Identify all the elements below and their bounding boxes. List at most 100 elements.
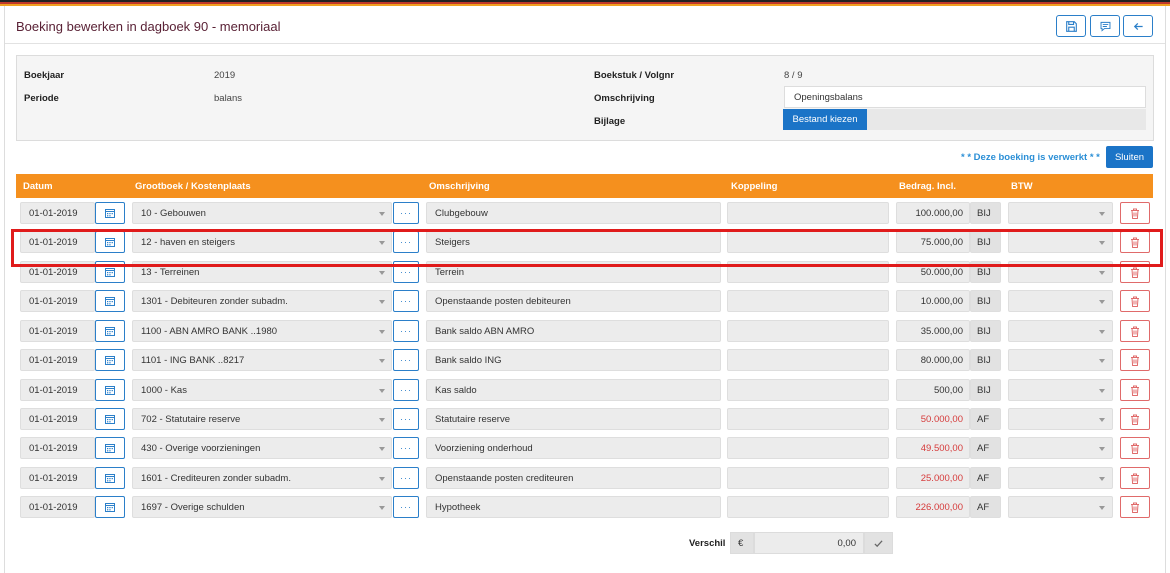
ledger-select[interactable]: 702 - Statutaire reserve: [132, 408, 392, 430]
delete-row-button[interactable]: [1120, 379, 1150, 401]
date-field[interactable]: 01-01-2019: [20, 467, 95, 489]
delete-row-button[interactable]: [1120, 496, 1150, 518]
date-field[interactable]: 01-01-2019: [20, 408, 95, 430]
description-field[interactable]: Kas saldo: [426, 379, 721, 401]
calendar-button[interactable]: [95, 320, 125, 342]
amount-field[interactable]: 226.000,00: [896, 496, 970, 518]
calendar-button[interactable]: [95, 437, 125, 459]
close-button[interactable]: Sluiten: [1106, 146, 1153, 168]
vat-select[interactable]: [1008, 408, 1113, 430]
calendar-button[interactable]: [95, 202, 125, 224]
vat-select[interactable]: [1008, 467, 1113, 489]
vat-select[interactable]: [1008, 349, 1113, 371]
date-field[interactable]: 01-01-2019: [20, 231, 95, 253]
date-field[interactable]: 01-01-2019: [20, 261, 95, 283]
more-options-button[interactable]: ···: [393, 202, 419, 224]
description-field[interactable]: Clubgebouw: [426, 202, 721, 224]
ledger-select[interactable]: 1100 - ABN AMRO BANK ..1980: [132, 320, 392, 342]
vat-select[interactable]: [1008, 496, 1113, 518]
description-field[interactable]: Openstaande posten crediteuren: [426, 467, 721, 489]
amount-field[interactable]: 80.000,00: [896, 349, 970, 371]
ledger-select[interactable]: 1301 - Debiteuren zonder subadm.: [132, 290, 392, 312]
date-field[interactable]: 01-01-2019: [20, 437, 95, 459]
delete-row-button[interactable]: [1120, 320, 1150, 342]
date-field[interactable]: 01-01-2019: [20, 496, 95, 518]
delete-row-button[interactable]: [1120, 261, 1150, 283]
more-options-button[interactable]: ···: [393, 231, 419, 253]
link-field[interactable]: [727, 437, 889, 459]
ledger-select[interactable]: 430 - Overige voorzieningen: [132, 437, 392, 459]
calendar-button[interactable]: [95, 261, 125, 283]
amount-field[interactable]: 10.000,00: [896, 290, 970, 312]
description-field[interactable]: Hypotheek: [426, 496, 721, 518]
omschrijving-field[interactable]: Openingsbalans: [784, 86, 1146, 108]
delete-row-button[interactable]: [1120, 231, 1150, 253]
vat-select[interactable]: [1008, 261, 1113, 283]
date-field[interactable]: 01-01-2019: [20, 320, 95, 342]
link-field[interactable]: [727, 379, 889, 401]
amount-field[interactable]: 75.000,00: [896, 231, 970, 253]
vat-select[interactable]: [1008, 231, 1113, 253]
link-field[interactable]: [727, 261, 889, 283]
vat-select[interactable]: [1008, 320, 1113, 342]
more-options-button[interactable]: ···: [393, 379, 419, 401]
back-button[interactable]: [1123, 15, 1153, 37]
description-field[interactable]: Terrein: [426, 261, 721, 283]
delete-row-button[interactable]: [1120, 437, 1150, 459]
more-options-button[interactable]: ···: [393, 496, 419, 518]
calendar-button[interactable]: [95, 467, 125, 489]
vat-select[interactable]: [1008, 202, 1113, 224]
date-field[interactable]: 01-01-2019: [20, 290, 95, 312]
ledger-select[interactable]: 13 - Terreinen: [132, 261, 392, 283]
date-field[interactable]: 01-01-2019: [20, 202, 95, 224]
ledger-select[interactable]: 1000 - Kas: [132, 379, 392, 401]
link-field[interactable]: [727, 349, 889, 371]
calendar-button[interactable]: [95, 290, 125, 312]
ledger-select[interactable]: 1601 - Crediteuren zonder subadm.: [132, 467, 392, 489]
vat-select[interactable]: [1008, 290, 1113, 312]
delete-row-button[interactable]: [1120, 290, 1150, 312]
delete-row-button[interactable]: [1120, 349, 1150, 371]
link-field[interactable]: [727, 202, 889, 224]
date-field[interactable]: 01-01-2019: [20, 379, 95, 401]
link-field[interactable]: [727, 496, 889, 518]
more-options-button[interactable]: ···: [393, 261, 419, 283]
delete-row-button[interactable]: [1120, 202, 1150, 224]
more-options-button[interactable]: ···: [393, 290, 419, 312]
vat-select[interactable]: [1008, 379, 1113, 401]
calendar-button[interactable]: [95, 496, 125, 518]
amount-field[interactable]: 25.000,00: [896, 467, 970, 489]
link-field[interactable]: [727, 290, 889, 312]
vat-select[interactable]: [1008, 437, 1113, 459]
calendar-button[interactable]: [95, 231, 125, 253]
calendar-button[interactable]: [95, 379, 125, 401]
ledger-select[interactable]: 1101 - ING BANK ..8217: [132, 349, 392, 371]
delete-row-button[interactable]: [1120, 408, 1150, 430]
calendar-button[interactable]: [95, 408, 125, 430]
amount-field[interactable]: 49.500,00: [896, 437, 970, 459]
ledger-select[interactable]: 10 - Gebouwen: [132, 202, 392, 224]
calendar-button[interactable]: [95, 349, 125, 371]
description-field[interactable]: Steigers: [426, 231, 721, 253]
comment-button[interactable]: [1090, 15, 1120, 37]
date-field[interactable]: 01-01-2019: [20, 349, 95, 371]
amount-field[interactable]: 100.000,00: [896, 202, 970, 224]
more-options-button[interactable]: ···: [393, 349, 419, 371]
description-field[interactable]: Bank saldo ABN AMRO: [426, 320, 721, 342]
link-field[interactable]: [727, 408, 889, 430]
ledger-select[interactable]: 1697 - Overige schulden: [132, 496, 392, 518]
description-field[interactable]: Openstaande posten debiteuren: [426, 290, 721, 312]
more-options-button[interactable]: ···: [393, 408, 419, 430]
more-options-button[interactable]: ···: [393, 437, 419, 459]
amount-field[interactable]: 35.000,00: [896, 320, 970, 342]
link-field[interactable]: [727, 320, 889, 342]
description-field[interactable]: Statutaire reserve: [426, 408, 721, 430]
ledger-select[interactable]: 12 - haven en steigers: [132, 231, 392, 253]
amount-field[interactable]: 50.000,00: [896, 261, 970, 283]
link-field[interactable]: [727, 467, 889, 489]
amount-field[interactable]: 50.000,00: [896, 408, 970, 430]
choose-file-button[interactable]: Bestand kiezen: [783, 109, 867, 130]
description-field[interactable]: Voorziening onderhoud: [426, 437, 721, 459]
delete-row-button[interactable]: [1120, 467, 1150, 489]
more-options-button[interactable]: ···: [393, 467, 419, 489]
